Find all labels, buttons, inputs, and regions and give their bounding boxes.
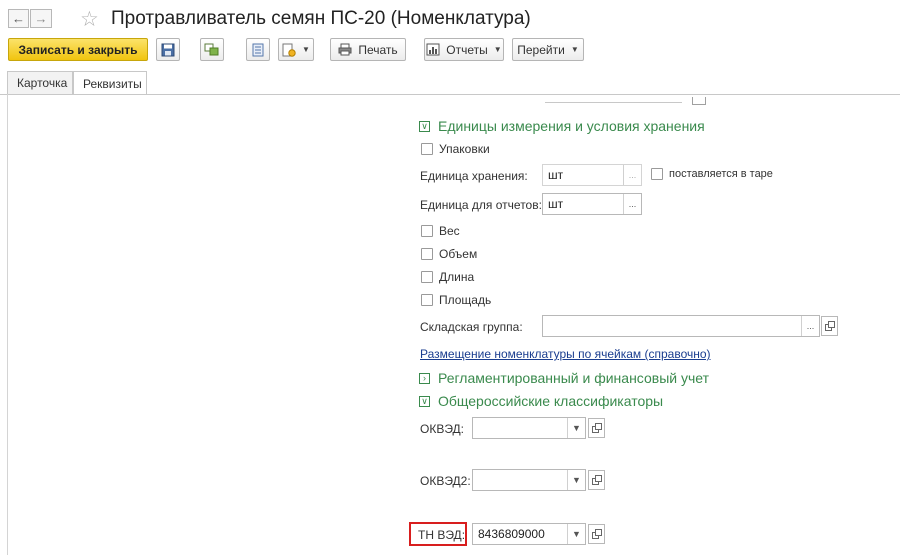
tab-divider	[0, 94, 900, 95]
dropdown-button[interactable]: ▼	[567, 470, 585, 490]
in-tare-label: поставляется в таре	[669, 168, 773, 180]
save-and-close-button[interactable]: Записать и закрыть	[8, 38, 148, 61]
length-label: Длина	[439, 270, 475, 284]
warehouse-group-value[interactable]	[543, 316, 801, 336]
select-button[interactable]: ...	[801, 316, 819, 336]
save-button[interactable]	[156, 38, 180, 61]
open-icon	[824, 321, 835, 331]
dropdown-button[interactable]: ▼	[567, 524, 585, 544]
select-button[interactable]: ...	[623, 165, 641, 185]
document-create-icon	[282, 43, 296, 57]
chevron-down-icon: ▼	[493, 45, 502, 54]
goto-button[interactable]: Перейти ▼	[512, 38, 584, 61]
chevron-down-icon: ▼	[570, 45, 579, 54]
open-icon	[591, 423, 602, 433]
classifiers-section-title: Общероссийские классификаторы	[438, 393, 664, 409]
checkbox-box[interactable]	[421, 143, 433, 155]
collapse-icon: ∨	[419, 395, 430, 407]
attached-files-button[interactable]	[246, 38, 270, 61]
regulated-section-header[interactable]: › Регламентированный и финансовый учет	[419, 370, 709, 386]
print-button[interactable]: Печать	[330, 38, 406, 61]
documents-structure-icon	[204, 43, 219, 55]
checkbox-box[interactable]	[421, 248, 433, 260]
report-unit-field[interactable]: шт ...	[542, 193, 642, 215]
create-based-on-button[interactable]: ▼	[278, 38, 314, 61]
open-icon	[591, 475, 602, 485]
length-checkbox[interactable]: Длина	[421, 270, 474, 284]
weight-checkbox[interactable]: Вес	[421, 224, 460, 238]
warehouse-group-label: Складская группа:	[420, 320, 523, 334]
forward-button[interactable]: →	[30, 9, 52, 28]
printer-icon	[338, 43, 352, 56]
checkbox-box[interactable]	[421, 271, 433, 283]
okved2-label: ОКВЭД2:	[420, 474, 471, 488]
tnved-field[interactable]: 8436809000 ▼	[472, 523, 586, 545]
open-okved-button[interactable]	[588, 418, 605, 438]
content-border	[7, 94, 8, 555]
collapse-icon: ∨	[419, 120, 430, 132]
storage-unit-value[interactable]: шт	[543, 165, 623, 185]
cells-placement-link[interactable]: Размещение номенклатуры по ячейкам (спра…	[420, 347, 711, 361]
arrow-right-icon: →	[34, 11, 48, 26]
open-okved2-button[interactable]	[588, 470, 605, 490]
report-icon	[426, 43, 440, 56]
tab-card[interactable]: Карточка	[7, 71, 73, 94]
okved-field[interactable]: ▼	[472, 417, 586, 439]
document-list-icon	[252, 43, 264, 56]
chevron-down-icon: ▼	[302, 45, 310, 54]
area-checkbox[interactable]: Площадь	[421, 293, 491, 307]
units-section-title: Единицы измерения и условия хранения	[438, 118, 705, 134]
packages-checkbox[interactable]: Упаковки	[421, 142, 490, 156]
window-title: Протравливатель семян ПС-20 (Номенклатур…	[111, 8, 531, 29]
report-unit-label: Единица для отчетов:	[420, 198, 542, 212]
favorite-star-icon[interactable]: ☆	[80, 7, 99, 32]
goto-label: Перейти	[517, 42, 565, 57]
okved2-field[interactable]: ▼	[472, 469, 586, 491]
open-tnved-button[interactable]	[588, 524, 605, 544]
related-documents-button[interactable]	[200, 38, 224, 61]
expand-icon: ›	[419, 372, 430, 384]
print-label: Печать	[358, 42, 398, 57]
checkbox-box[interactable]	[421, 294, 433, 306]
classifiers-section-header[interactable]: ∨ Общероссийские классификаторы	[419, 393, 663, 409]
checkbox-box[interactable]	[421, 225, 433, 237]
select-button[interactable]: ...	[623, 194, 641, 214]
units-section-header[interactable]: ∨ Единицы измерения и условия хранения	[419, 118, 705, 134]
report-unit-value[interactable]: шт	[543, 194, 623, 214]
okved-value[interactable]	[473, 418, 567, 438]
tnved-value[interactable]: 8436809000	[473, 524, 567, 544]
warehouse-group-field[interactable]: ...	[542, 315, 820, 337]
weight-label: Вес	[439, 224, 460, 238]
tab-requisites[interactable]: Реквизиты	[73, 71, 147, 95]
in-tare-checkbox[interactable]: поставляется в таре	[651, 168, 773, 180]
dropdown-button[interactable]: ▼	[567, 418, 585, 438]
previous-field-edge	[545, 102, 682, 103]
reports-button[interactable]: Отчеты ▼	[424, 38, 504, 61]
storage-unit-field[interactable]: шт ...	[542, 164, 642, 186]
storage-unit-label: Единица хранения:	[420, 169, 528, 183]
volume-checkbox[interactable]: Объем	[421, 247, 477, 261]
arrow-left-icon: ←	[12, 11, 25, 26]
okved-label: ОКВЭД:	[420, 422, 465, 436]
open-icon[interactable]	[692, 97, 706, 105]
floppy-disk-icon	[161, 43, 175, 56]
checkbox-box[interactable]	[651, 168, 663, 180]
open-warehouse-group-button[interactable]	[821, 316, 838, 336]
reports-label: Отчеты	[446, 42, 488, 57]
tnved-label: ТН ВЭД:	[418, 528, 466, 542]
area-label: Площадь	[439, 293, 492, 307]
regulated-section-title: Регламентированный и финансовый учет	[438, 370, 709, 386]
open-icon	[591, 529, 602, 539]
packages-label: Упаковки	[439, 142, 490, 156]
volume-label: Объем	[439, 247, 478, 261]
back-button[interactable]: ←	[8, 9, 29, 28]
okved2-value[interactable]	[473, 470, 567, 490]
